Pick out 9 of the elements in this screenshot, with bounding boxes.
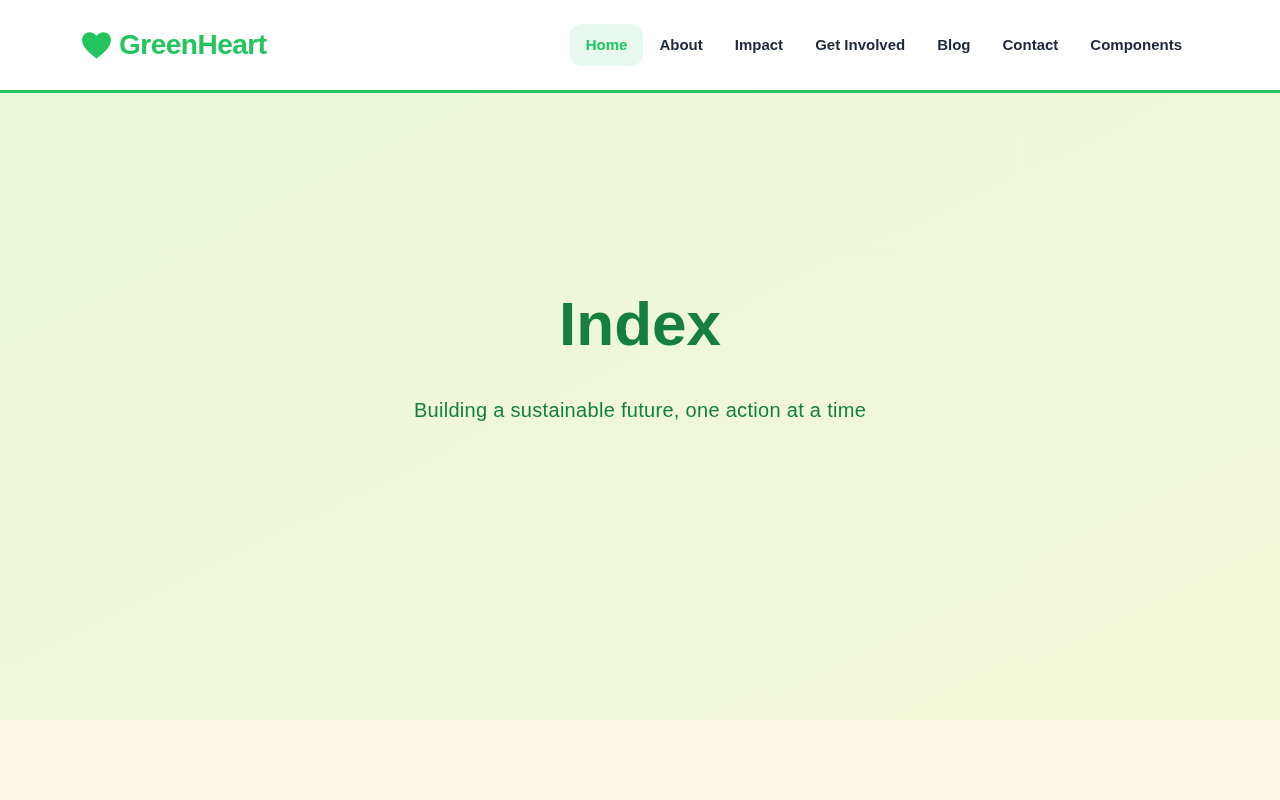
nav-link[interactable]: Contact xyxy=(986,24,1075,66)
nav-link[interactable]: Impact xyxy=(718,24,800,66)
hero-subtitle: Building a sustainable future, one action at a time xyxy=(413,398,867,423)
nav-link[interactable]: Blog xyxy=(921,24,987,66)
hero-title: Index xyxy=(559,293,721,355)
nav-link[interactable]: About xyxy=(643,24,719,66)
heart-icon xyxy=(82,31,111,59)
nav-link[interactable]: Components xyxy=(1074,24,1198,66)
nav-link[interactable]: Get Involved xyxy=(799,24,922,66)
